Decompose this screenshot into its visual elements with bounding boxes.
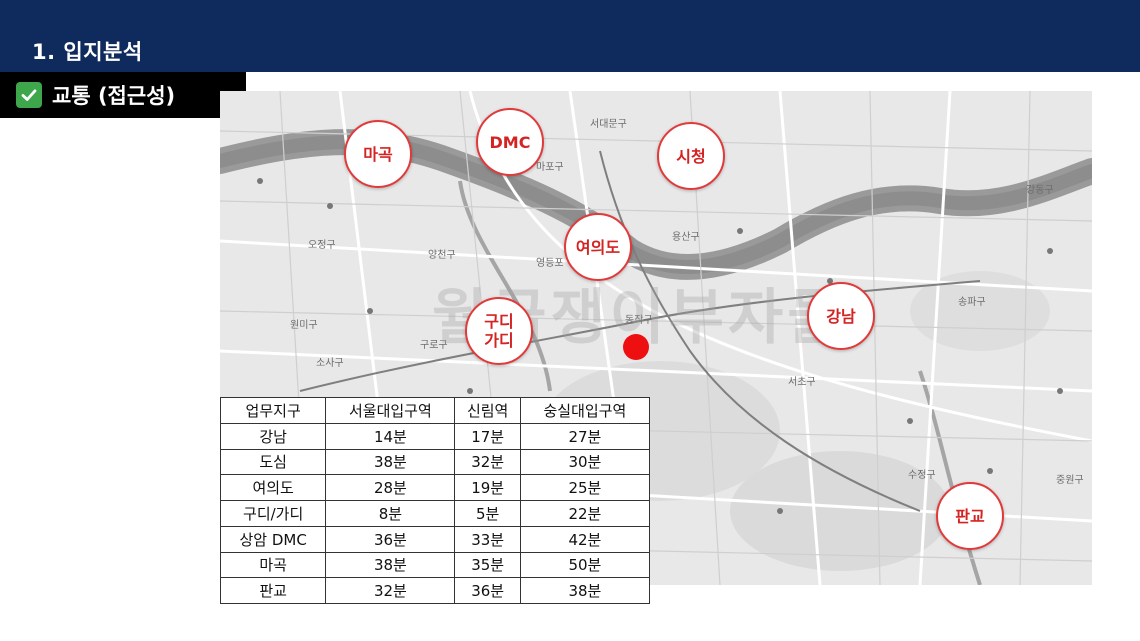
section-label-text: 교통 (접근성) xyxy=(52,84,176,108)
district-label: 수정구 xyxy=(908,470,936,481)
zone-label: 판교 xyxy=(955,506,985,526)
table-cell: 도심 xyxy=(219,448,327,476)
district-label: 용산구 xyxy=(672,232,700,243)
table-row: 강남 14분 17분 27분 xyxy=(219,422,651,450)
table-row: 상암 DMC 36분 33분 42분 xyxy=(219,525,651,553)
table-row: 여의도 28분 19분 25분 xyxy=(219,474,651,501)
district-label: 원미구 xyxy=(290,320,318,331)
zone-marker-guro-gasan: 구디 가디 xyxy=(465,297,533,365)
location-marker xyxy=(623,334,649,360)
zone-marker-cityhall: 시청 xyxy=(657,122,725,190)
table-cell: 22분 xyxy=(519,500,651,527)
district-label: 서초구 xyxy=(788,377,816,388)
zone-marker-yeouido: 여의도 xyxy=(564,213,632,281)
table-cell: 30분 xyxy=(519,448,651,476)
zone-marker-magok: 마곡 xyxy=(344,120,412,188)
table-cell: 38분 xyxy=(325,551,456,579)
table-cell: 5분 xyxy=(454,500,521,527)
table-header-row: 업무지구 서울대입구역 신림역 숭실대입구역 xyxy=(219,397,651,424)
table-row: 마곡 38분 35분 50분 xyxy=(219,551,651,579)
table-cell: 강남 xyxy=(219,422,327,450)
table-cell: 19분 xyxy=(454,474,521,501)
checkmark-icon xyxy=(16,82,42,108)
table-cell: 17분 xyxy=(454,422,521,450)
table-cell: 8분 xyxy=(325,500,456,527)
district-label: 소사구 xyxy=(316,358,344,369)
district-label: 오정구 xyxy=(308,240,336,251)
table-cell: 32분 xyxy=(454,448,521,476)
zone-label: DMC xyxy=(489,132,531,152)
table-cell: 35분 xyxy=(454,551,521,579)
section-label: 교통 (접근성) xyxy=(0,72,246,118)
table-cell: 구디/가디 xyxy=(219,500,327,527)
table-cell: 38분 xyxy=(519,577,651,604)
district-label: 영등포 xyxy=(536,258,564,269)
table-cell: 38분 xyxy=(325,448,456,476)
commute-time-table: 업무지구 서울대입구역 신림역 숭실대입구역 강남 14분 17분 27분 도심… xyxy=(219,397,651,604)
table-cell: 28분 xyxy=(325,474,456,501)
zone-marker-dmc: DMC xyxy=(476,108,544,176)
table-cell: 25분 xyxy=(519,474,651,501)
table-row: 판교 32분 36분 38분 xyxy=(219,577,651,604)
table-cell: 36분 xyxy=(454,577,521,604)
table-header-cell: 업무지구 xyxy=(219,397,327,424)
table-header-cell: 서울대입구역 xyxy=(325,397,456,424)
table-header-cell: 신림역 xyxy=(454,397,521,424)
district-label: 강동구 xyxy=(1026,185,1054,196)
table-cell: 상암 DMC xyxy=(219,525,327,553)
zone-marker-gangnam: 강남 xyxy=(807,282,875,350)
table-cell: 42분 xyxy=(519,525,651,553)
district-label: 송파구 xyxy=(958,297,986,308)
table-row: 도심 38분 32분 30분 xyxy=(219,448,651,476)
zone-label: 시청 xyxy=(676,146,706,166)
zone-label: 강남 xyxy=(826,306,856,326)
table-cell: 33분 xyxy=(454,525,521,553)
zone-marker-pangyo: 판교 xyxy=(936,482,1004,550)
table-cell: 27분 xyxy=(519,422,651,450)
table-cell: 14분 xyxy=(325,422,456,450)
page-title: 1. 입지분석 xyxy=(32,40,143,64)
table-cell: 판교 xyxy=(219,577,327,604)
zone-label: 구디 가디 xyxy=(484,312,514,350)
table-header-cell: 숭실대입구역 xyxy=(519,397,651,424)
header-bar xyxy=(0,0,1140,72)
district-label: 마포구 xyxy=(536,162,564,173)
zone-label: 마곡 xyxy=(363,144,393,164)
district-label: 양천구 xyxy=(428,250,456,261)
table-cell: 36분 xyxy=(325,525,456,553)
district-label: 중원구 xyxy=(1056,475,1084,486)
table-cell: 여의도 xyxy=(219,474,327,501)
table-row: 구디/가디 8분 5분 22분 xyxy=(219,500,651,527)
district-label: 서대문구 xyxy=(590,119,627,130)
zone-label: 여의도 xyxy=(575,237,621,257)
table-cell: 32분 xyxy=(325,577,456,604)
table-cell: 마곡 xyxy=(219,551,327,579)
table-cell: 50분 xyxy=(519,551,651,579)
